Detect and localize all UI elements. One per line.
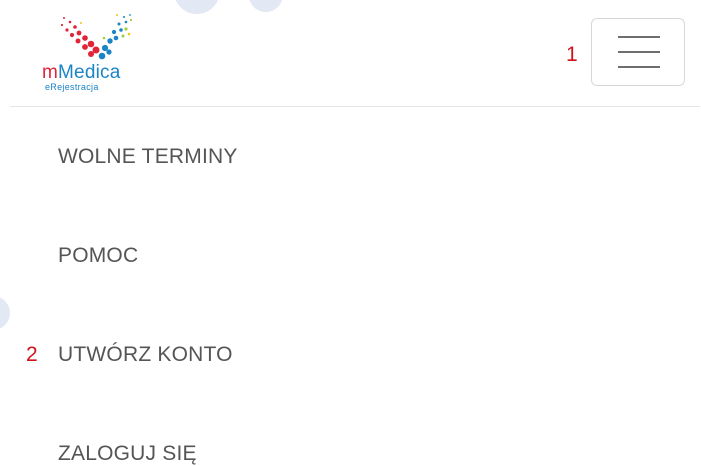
background-decoration	[0, 296, 10, 330]
logo-tagline: eRejestracja	[45, 82, 99, 92]
menu-item-zaloguj-sie[interactable]: ZALOGUJ SIĘ	[58, 442, 197, 466]
hamburger-menu-icon	[618, 36, 660, 68]
logo-heart-dots-icon	[60, 14, 133, 60]
logo-wordmark-name: Medica	[58, 62, 121, 83]
menu-item-utworz-konto[interactable]: UTWÓRZ KONTO	[58, 343, 233, 367]
navbar: mMedica eRejestracja 1	[10, 0, 700, 107]
menu-item-pomoc[interactable]: POMOC	[58, 244, 138, 268]
brand-logo[interactable]: mMedica eRejestracja	[42, 10, 162, 94]
menu-toggle-button[interactable]	[591, 18, 685, 86]
logo-wordmark: mMedica	[42, 63, 120, 83]
logo-wordmark-prefix: m	[42, 62, 59, 83]
menu-item-wolne-terminy[interactable]: WOLNE TERMINY	[58, 145, 238, 169]
callout-marker-2: 2	[26, 343, 38, 366]
callout-marker-1: 1	[566, 43, 578, 66]
